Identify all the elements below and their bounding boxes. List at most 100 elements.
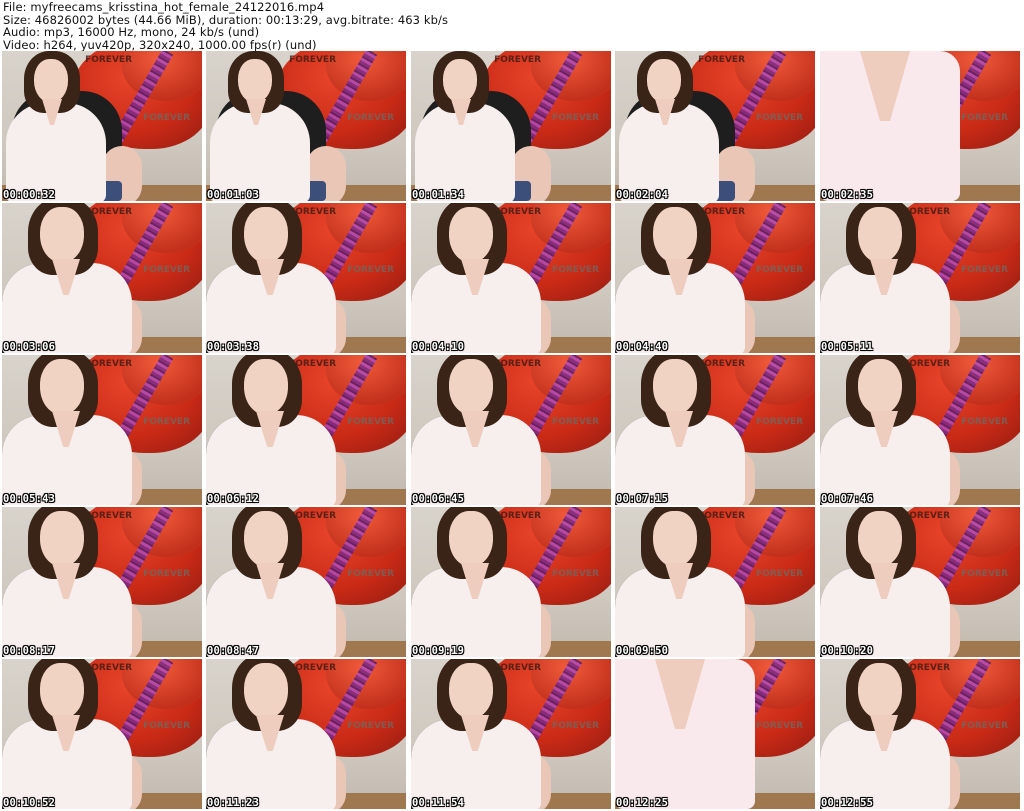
- face: [40, 663, 84, 719]
- timestamp-label: 00:09:50: [616, 645, 669, 657]
- timestamp-label: 00:04:10: [412, 341, 465, 353]
- wall-text-forever: FOREVER: [961, 569, 1008, 579]
- video-frame-thumbnail: FOREVERFOREVER00:12:25: [615, 659, 815, 809]
- face: [647, 59, 681, 103]
- timestamp-label: 00:02:04: [616, 189, 669, 201]
- timestamp-label: 00:10:52: [3, 797, 56, 809]
- timestamp-label: 00:08:47: [207, 645, 260, 657]
- video-frame-thumbnail: FOREVER FOREVER 00:11:23: [206, 659, 406, 809]
- video-frame-thumbnail: FOREVER FOREVER 00:06:12: [206, 355, 406, 505]
- video-frame-thumbnail: FOREVER FOREVER 00:00:32: [2, 51, 202, 201]
- timestamp-label: 00:09:19: [412, 645, 465, 657]
- file-name-line: File: myfreecams_krisstina_hot_female_24…: [3, 0, 325, 14]
- wall-text-forever: FOREVER: [347, 569, 394, 579]
- wall-text-forever: FOREVER: [961, 113, 1008, 123]
- face: [449, 207, 493, 263]
- wall-text-forever: FOREVER: [552, 417, 599, 427]
- timestamp-label: 00:08:17: [3, 645, 56, 657]
- wall-text-forever: FOREVER: [756, 417, 803, 427]
- video-frame-thumbnail: FOREVER FOREVER 00:04:10: [411, 203, 611, 353]
- wall-text-forever: FOREVER: [143, 265, 190, 275]
- wall-text-forever: FOREVER: [552, 721, 599, 731]
- wall-text-forever: FOREVER: [756, 265, 803, 275]
- timestamp-label: 00:10:20: [821, 645, 874, 657]
- video-frame-thumbnail: FOREVER FOREVER 00:06:45: [411, 355, 611, 505]
- face: [449, 663, 493, 719]
- timestamp-label: 00:11:23: [207, 797, 260, 809]
- video-frame-thumbnail: FOREVER FOREVER 00:09:50: [615, 507, 815, 657]
- video-frame-thumbnail: FOREVER FOREVER 00:08:47: [206, 507, 406, 657]
- timestamp-label: 00:03:06: [3, 341, 56, 353]
- video-frame-thumbnail: FOREVER FOREVER 00:05:43: [2, 355, 202, 505]
- face: [238, 59, 272, 103]
- wall-text-forever: FOREVER: [552, 265, 599, 275]
- face: [858, 207, 902, 263]
- face: [244, 207, 288, 263]
- timestamp-label: 00:00:32: [3, 189, 56, 201]
- timestamp-label: 00:03:38: [207, 341, 260, 353]
- video-info-line: Video: h264, yuv420p, 320x240, 1000.00 f…: [3, 37, 317, 52]
- timestamp-label: 00:12:25: [616, 797, 669, 809]
- face: [244, 511, 288, 567]
- face: [449, 511, 493, 567]
- timestamp-label: 00:01:03: [207, 189, 260, 201]
- video-frame-thumbnail: FOREVER FOREVER 00:03:38: [206, 203, 406, 353]
- video-frame-thumbnail: FOREVER FOREVER 00:01:34: [411, 51, 611, 201]
- wall-text-forever: FOREVER: [961, 265, 1008, 275]
- timestamp-label: 00:07:15: [616, 493, 669, 505]
- face: [653, 207, 697, 263]
- face: [449, 359, 493, 415]
- wall-text-forever: FOREVER: [143, 113, 190, 123]
- timestamp-label: 00:11:54: [412, 797, 465, 809]
- wall-text-forever: FOREVER: [756, 569, 803, 579]
- face: [858, 663, 902, 719]
- timestamp-label: 00:07:46: [821, 493, 874, 505]
- face: [40, 207, 84, 263]
- wall-text-forever: FOREVER: [143, 417, 190, 427]
- video-frame-thumbnail: FOREVER FOREVER 00:01:03: [206, 51, 406, 201]
- timestamp-label: 00:05:43: [3, 493, 56, 505]
- face: [858, 511, 902, 567]
- timestamp-label: 00:06:45: [412, 493, 465, 505]
- wall-text-forever-top: FOREVER: [289, 55, 336, 65]
- face: [40, 511, 84, 567]
- wall-text-forever: FOREVER: [347, 113, 394, 123]
- wall-text-forever: FOREVER: [961, 721, 1008, 731]
- video-frame-thumbnail: FOREVER FOREVER 00:07:15: [615, 355, 815, 505]
- wall-text-forever: FOREVER: [552, 569, 599, 579]
- timestamp-label: 00:01:34: [412, 189, 465, 201]
- timestamp-label: 00:02:35: [821, 189, 874, 201]
- video-frame-thumbnail: FOREVER FOREVER 00:03:06: [2, 203, 202, 353]
- video-frame-thumbnail: FOREVER FOREVER 00:04:40: [615, 203, 815, 353]
- video-frame-thumbnail: FOREVER FOREVER 00:11:54: [411, 659, 611, 809]
- wall-text-forever: FOREVER: [347, 721, 394, 731]
- wall-text-forever: FOREVER: [756, 113, 803, 123]
- wall-text-forever: FOREVER: [143, 721, 190, 731]
- face: [653, 359, 697, 415]
- wall-text-forever: FOREVER: [347, 417, 394, 427]
- face: [244, 359, 288, 415]
- timestamp-label: 00:12:55: [821, 797, 874, 809]
- thumbnail-grid: FOREVER FOREVER 00:00:32 FOREVER FOREVER 00:0…: [2, 51, 1022, 811]
- timestamp-label: 00:06:12: [207, 493, 260, 505]
- face: [858, 359, 902, 415]
- audio-info-line: Audio: mp3, 16000 Hz, mono, 24 kb/s (und…: [3, 25, 260, 39]
- video-frame-thumbnail: FOREVER FOREVER 00:08:17: [2, 507, 202, 657]
- face: [653, 511, 697, 567]
- video-frame-thumbnail: FOREVERFOREVER00:02:35: [820, 51, 1020, 201]
- video-frame-thumbnail: FOREVER FOREVER 00:07:46: [820, 355, 1020, 505]
- wall-text-forever: FOREVER: [961, 417, 1008, 427]
- timestamp-label: 00:04:40: [616, 341, 669, 353]
- video-frame-thumbnail: FOREVER FOREVER 00:02:04: [615, 51, 815, 201]
- face: [244, 663, 288, 719]
- video-frame-thumbnail: FOREVER FOREVER 00:09:19: [411, 507, 611, 657]
- face: [40, 359, 84, 415]
- wall-text-forever: FOREVER: [143, 569, 190, 579]
- wall-text-forever: FOREVER: [347, 265, 394, 275]
- face: [34, 59, 68, 103]
- face: [443, 59, 477, 103]
- video-frame-thumbnail: FOREVER FOREVER 00:10:20: [820, 507, 1020, 657]
- timestamp-label: 00:05:11: [821, 341, 874, 353]
- wall-text-forever: FOREVER: [552, 113, 599, 123]
- wall-text-forever-top: FOREVER: [494, 55, 541, 65]
